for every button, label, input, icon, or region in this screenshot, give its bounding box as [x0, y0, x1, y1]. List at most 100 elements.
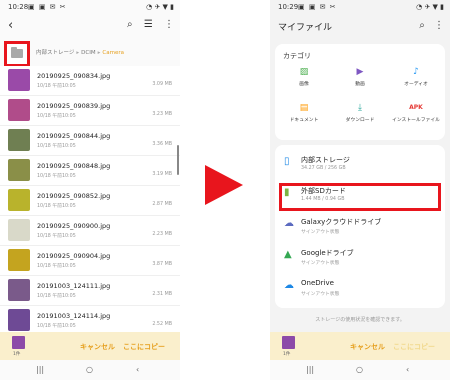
sd-card-highlight [279, 183, 441, 211]
storage-item[interactable]: ☁ OneDrive サインアウト状態 [275, 273, 445, 305]
breadcrumb-separator-icon: ▸ [76, 50, 80, 56]
file-row[interactable]: 20190925_090848.jpg 10/18 午前10:05 3.19 MB [0, 156, 180, 186]
category-label: 動画 [355, 82, 365, 87]
file-thumbnail [8, 159, 30, 181]
category-label: インストールファイル [392, 118, 440, 123]
breadcrumb-dcim[interactable]: DCIM [81, 50, 95, 56]
file-thumbnail [8, 279, 30, 301]
nav-back-icon[interactable]: ‹ [136, 365, 139, 374]
category-item[interactable]: ⤓ ダウンロード [332, 102, 388, 123]
navigation-bar: ||| ○ ‹ [0, 360, 180, 380]
breadcrumb-root[interactable]: 内部ストレージ [36, 50, 74, 56]
category-item[interactable]: APK インストールファイル [388, 102, 444, 123]
back-icon[interactable]: ‹ [8, 18, 13, 33]
file-row[interactable]: 20190925_090839.jpg 10/18 午前10:05 3.23 MB [0, 96, 180, 126]
file-size: 3.19 MB [152, 172, 172, 177]
notification-icons: ▣ ▣ ✉ ✂ [28, 3, 67, 11]
file-date: 10/18 午前10:05 [37, 324, 76, 329]
file-size: 3.36 MB [152, 142, 172, 147]
selected-thumbnail [282, 336, 295, 349]
status-time: 10:29 [278, 3, 299, 11]
file-name: 20190925_090904.jpg [37, 252, 111, 260]
storage-detail: サインアウト状態 [301, 292, 340, 297]
file-date: 10/18 午前10:05 [37, 174, 76, 179]
storage-detail: サインアウト状態 [301, 230, 340, 235]
more-options-icon[interactable]: ⋮ [434, 20, 444, 31]
file-row[interactable]: 20190925_090900.jpg 10/18 午前10:05 2.23 MB [0, 216, 180, 246]
copy-here-button[interactable]: ここにコピー [393, 342, 435, 352]
category-item[interactable]: ▤ ドキュメント [276, 102, 332, 123]
category-icon: APK [409, 104, 423, 111]
selected-thumbnail [12, 336, 25, 349]
storage-hint: ストレージの使用状況を確認できます。 [315, 317, 405, 323]
file-date: 10/18 午前10:05 [37, 234, 76, 239]
storage-item[interactable]: ☁ Galaxyクラウドドライブ サインアウト状態 [275, 211, 445, 243]
storage-icon: ▲ [284, 249, 292, 260]
storage-item[interactable]: ▯ 内部ストレージ 34.27 GB / 256 GB [275, 149, 445, 181]
breadcrumb-separator-icon: ▸ [97, 50, 101, 56]
breadcrumb-path: 内部ストレージ ▸ DCIM ▸ Camera [36, 48, 124, 56]
cancel-button[interactable]: キャンセル [80, 342, 115, 352]
search-icon[interactable]: ⌕ [127, 19, 133, 30]
category-item[interactable]: ▨ 画像 [276, 66, 332, 87]
file-thumbnail [8, 309, 30, 331]
file-row[interactable]: 20190925_090834.jpg 10/18 午前10:05 3.09 MB [0, 66, 180, 96]
file-row[interactable]: 20190925_090844.jpg 10/18 午前10:05 3.36 MB [0, 126, 180, 156]
storage-item[interactable]: ▮ 外部SDカード 1.44 MB / 0.94 GB [275, 180, 445, 212]
category-item[interactable]: ♪ オーディオ [388, 66, 444, 87]
selected-count: 1件 [283, 352, 291, 357]
file-name: 20190925_090834.jpg [37, 72, 111, 80]
storage-item[interactable]: ▲ Googleドライブ サインアウト状態 [275, 242, 445, 274]
file-name: 20191003_124111.jpg [37, 282, 111, 290]
list-view-icon[interactable]: ☰ [144, 19, 153, 30]
file-row[interactable]: 20191003_124111.jpg 10/18 午前10:05 2.31 MB [0, 276, 180, 306]
recent-apps-icon[interactable]: ||| [306, 365, 314, 374]
copy-here-button[interactable]: ここにコピー [123, 342, 165, 352]
category-icon: ▶ [356, 67, 364, 77]
category-icon: ▤ [299, 103, 309, 113]
storage-icon: ▯ [284, 156, 290, 167]
file-size: 3.87 MB [152, 262, 172, 267]
file-size: 2.31 MB [152, 292, 172, 297]
storage-folder-button[interactable] [4, 41, 30, 67]
file-date: 10/18 午前10:05 [37, 144, 76, 149]
breadcrumb: 内部ストレージ ▸ DCIM ▸ Camera [0, 38, 180, 67]
file-date: 10/18 午前10:05 [37, 204, 76, 209]
storage-icon: ☁ [284, 280, 294, 291]
category-label: ダウンロード [345, 118, 375, 123]
file-date: 10/18 午前10:05 [37, 294, 76, 299]
category-label: オーディオ [404, 82, 428, 87]
page-title: マイファイル [278, 23, 333, 33]
storage-name: 内部ストレージ [301, 156, 350, 164]
file-name: 20191003_124114.jpg [37, 312, 111, 320]
nav-back-icon[interactable]: ‹ [406, 365, 409, 374]
category-item[interactable]: ▶ 動画 [332, 66, 388, 87]
category-title: カテゴリ [283, 52, 311, 60]
copy-action-bar: 1件 キャンセル ここにコピー [270, 332, 450, 360]
file-row[interactable]: 20190925_090852.jpg 10/18 午前10:05 2.87 MB [0, 186, 180, 216]
search-icon[interactable]: ⌕ [419, 20, 425, 31]
home-icon[interactable]: ○ [86, 365, 93, 374]
status-bar: 10:28 ▣ ▣ ✉ ✂ ◔ ✈ ▼ ▮ [0, 0, 180, 16]
scrollbar[interactable] [177, 145, 179, 175]
file-row[interactable]: 20190925_090904.jpg 10/18 午前10:05 3.87 MB [0, 246, 180, 276]
category-label: 画像 [299, 82, 309, 87]
cancel-button[interactable]: キャンセル [350, 342, 385, 352]
file-name: 20190925_090839.jpg [37, 102, 111, 110]
system-icons: ◔ ✈ ▼ ▮ [416, 3, 444, 11]
more-options-icon[interactable]: ⋮ [164, 19, 174, 30]
file-date: 10/18 午前10:05 [37, 114, 76, 119]
navigation-bar: ||| ○ ‹ [270, 360, 450, 380]
file-thumbnail [8, 249, 30, 271]
status-time: 10:28 [8, 3, 29, 11]
notification-icons: ▣ ▣ ✉ ✂ [298, 3, 337, 11]
storage-name: Galaxyクラウドドライブ [301, 218, 382, 226]
breadcrumb-current: Camera [102, 50, 124, 56]
file-size: 2.52 MB [152, 322, 172, 327]
file-thumbnail [8, 189, 30, 211]
file-date: 10/18 午前10:05 [37, 264, 76, 269]
selected-count: 1件 [13, 352, 21, 357]
file-date: 10/18 午前10:05 [37, 84, 76, 89]
home-icon[interactable]: ○ [356, 365, 363, 374]
recent-apps-icon[interactable]: ||| [36, 365, 44, 374]
